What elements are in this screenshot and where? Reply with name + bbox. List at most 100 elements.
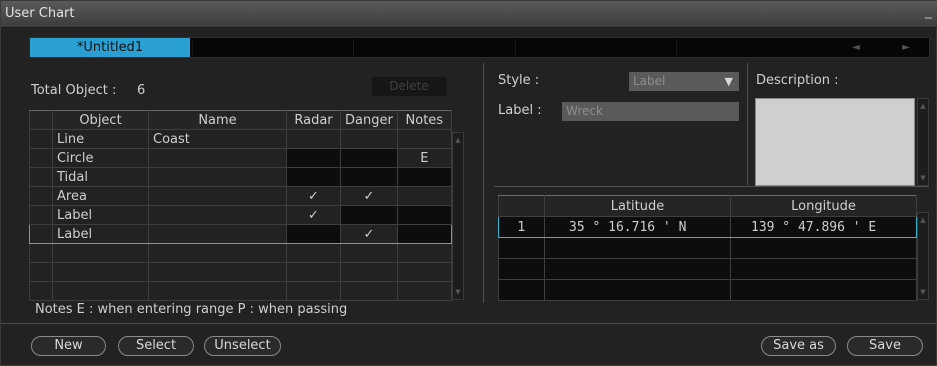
- object-table-scrollbar[interactable]: ▲ ▼: [452, 132, 464, 300]
- tab-empty-slot[interactable]: [192, 39, 352, 56]
- longitude-cell[interactable]: 139 ° 47.896 ' E: [730, 216, 917, 238]
- radar-cell[interactable]: ✓: [286, 186, 341, 206]
- danger-cell[interactable]: ✓: [340, 186, 398, 206]
- tab-empty-slot[interactable]: [515, 39, 675, 56]
- table-row[interactable]: [29, 262, 452, 282]
- notes-cell[interactable]: [396, 224, 452, 244]
- object-type-cell: Area: [52, 186, 149, 206]
- danger-cell[interactable]: [340, 167, 398, 187]
- scroll-down-icon[interactable]: ▼: [918, 286, 928, 298]
- save-button[interactable]: Save: [847, 336, 923, 356]
- chevron-down-icon[interactable]: ▼: [725, 72, 733, 91]
- radar-cell[interactable]: [286, 129, 341, 149]
- coordinate-row-selected[interactable]: 1 35 ° 16.716 ' N 139 ° 47.896 ' E: [498, 216, 917, 238]
- table-row[interactable]: Area ✓ ✓: [29, 186, 452, 206]
- scroll-up-icon[interactable]: ▲: [918, 214, 928, 226]
- row-selector[interactable]: [29, 148, 53, 168]
- column-header-name: Name: [148, 110, 287, 130]
- tab-untitled1[interactable]: *Untitled1: [30, 38, 190, 57]
- select-all-header[interactable]: [29, 110, 53, 130]
- table-row[interactable]: [29, 281, 452, 301]
- total-object-count: 6: [137, 83, 146, 98]
- column-header-object: Object: [52, 110, 149, 130]
- panel-divider: [494, 186, 929, 187]
- tab-next-arrow-icon[interactable]: ►: [892, 39, 920, 56]
- scroll-up-icon[interactable]: ▲: [918, 100, 928, 112]
- danger-cell[interactable]: [340, 205, 398, 225]
- row-selector[interactable]: [29, 224, 53, 244]
- scroll-down-icon[interactable]: ▼: [918, 172, 928, 184]
- chart-tab-strip: *Untitled1 ◄ ►: [29, 37, 930, 58]
- object-type-cell: Label: [52, 205, 149, 225]
- row-selector[interactable]: [29, 186, 53, 206]
- radar-cell[interactable]: ✓: [286, 205, 341, 225]
- unselect-button[interactable]: Unselect: [204, 336, 281, 356]
- notes-cell[interactable]: [396, 129, 452, 149]
- object-type-cell: Tidal: [52, 167, 149, 187]
- name-cell[interactable]: Coast: [148, 129, 287, 149]
- column-header-notes: Notes: [396, 110, 452, 130]
- footer-toolbar: New Select Unselect Save as Save: [1, 323, 936, 365]
- name-cell[interactable]: [148, 167, 287, 187]
- danger-cell[interactable]: ✓: [340, 224, 398, 244]
- description-scrollbar[interactable]: ▲ ▼: [917, 98, 929, 186]
- danger-cell[interactable]: [340, 129, 398, 149]
- notes-cell[interactable]: [396, 205, 452, 225]
- object-type-cell: Line: [52, 129, 149, 149]
- latitude-cell[interactable]: 35 ° 16.716 ' N: [544, 216, 731, 238]
- coordinate-row[interactable]: [498, 279, 917, 301]
- radar-cell[interactable]: [286, 148, 341, 168]
- name-cell[interactable]: [148, 148, 287, 168]
- object-table: Object Name Radar Danger Notes Line Coas…: [29, 110, 452, 301]
- column-header-danger: Danger: [340, 110, 398, 130]
- column-header-latitude: Latitude: [544, 195, 731, 217]
- coordinate-row[interactable]: [498, 237, 917, 259]
- name-cell[interactable]: [148, 205, 287, 225]
- column-header-radar: Radar: [286, 110, 341, 130]
- table-row[interactable]: [29, 243, 452, 263]
- style-label: Style :: [498, 73, 540, 88]
- notes-cell[interactable]: E: [396, 148, 452, 168]
- coordinate-row[interactable]: [498, 258, 917, 280]
- name-cell[interactable]: [148, 224, 287, 244]
- delete-button[interactable]: Delete: [371, 76, 447, 97]
- style-dropdown[interactable]: Label ▼: [629, 72, 739, 91]
- table-row[interactable]: Circle E: [29, 148, 452, 168]
- coordinate-table-scrollbar[interactable]: ▲ ▼: [917, 212, 929, 300]
- panel-divider: [747, 63, 748, 185]
- radar-cell[interactable]: [286, 224, 341, 244]
- row-selector[interactable]: [29, 205, 53, 225]
- radar-cell[interactable]: [286, 167, 341, 187]
- panel-divider: [483, 63, 484, 303]
- tab-empty-slot[interactable]: [353, 39, 513, 56]
- table-row[interactable]: Label ✓: [29, 205, 452, 225]
- object-type-cell: Label: [52, 224, 149, 244]
- description-textarea[interactable]: [755, 98, 915, 186]
- user-chart-window: User Chart _ *Untitled1 ◄ ► Total Object…: [0, 0, 937, 366]
- save-as-button[interactable]: Save as: [761, 336, 836, 356]
- row-selector[interactable]: [29, 167, 53, 187]
- select-button[interactable]: Select: [118, 336, 194, 356]
- description-label: Description :: [756, 73, 839, 88]
- scroll-down-icon[interactable]: ▼: [453, 286, 463, 298]
- title-bar: User Chart _: [1, 1, 937, 28]
- tab-prev-arrow-icon[interactable]: ◄: [842, 39, 870, 56]
- label-field-label: Label :: [498, 103, 542, 118]
- row-selector[interactable]: [29, 129, 53, 149]
- danger-cell[interactable]: [340, 148, 398, 168]
- tab-empty-slot[interactable]: [676, 39, 836, 56]
- row-index: 1: [498, 216, 545, 238]
- table-row[interactable]: Tidal: [29, 167, 452, 187]
- object-type-cell: Circle: [52, 148, 149, 168]
- scroll-up-icon[interactable]: ▲: [453, 134, 463, 146]
- name-cell[interactable]: [148, 186, 287, 206]
- table-row[interactable]: Line Coast: [29, 129, 452, 149]
- notes-cell[interactable]: [396, 186, 452, 206]
- total-object-label: Total Object :: [31, 83, 117, 98]
- label-input[interactable]: Wreck: [562, 102, 739, 121]
- column-header-longitude: Longitude: [730, 195, 917, 217]
- minimize-icon[interactable]: _: [925, 3, 932, 19]
- notes-cell[interactable]: [396, 167, 452, 187]
- new-button[interactable]: New: [31, 336, 106, 356]
- table-row-selected[interactable]: Label ✓: [29, 224, 452, 244]
